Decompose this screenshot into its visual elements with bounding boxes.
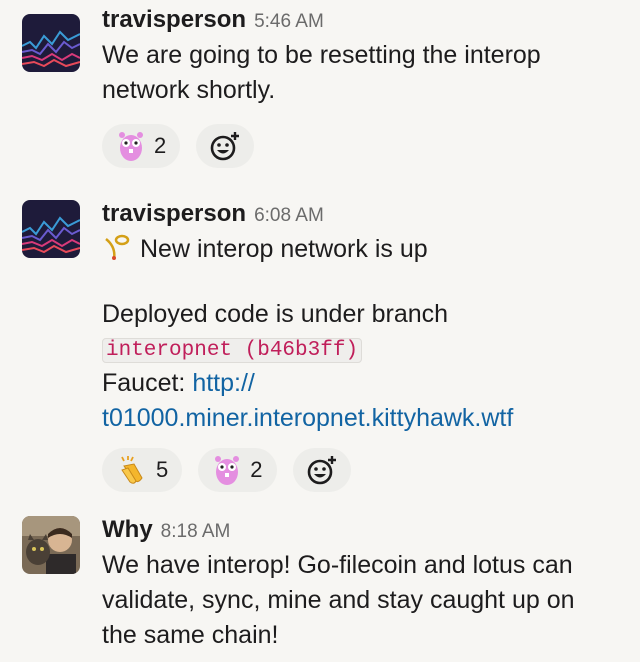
message-header: travisperson 6:08 AM	[102, 200, 630, 232]
avatar[interactable]	[22, 516, 80, 574]
author-name[interactable]: Why	[102, 516, 153, 544]
reaction-gopher[interactable]: 2	[102, 124, 181, 168]
faucet-line-continued: t01000.miner.interopnet.kittyhawk.wtf	[102, 401, 630, 436]
clapping-hands-icon	[116, 454, 148, 486]
reactions-bar: 5 2	[102, 448, 630, 492]
reaction-count: 5	[156, 457, 169, 482]
message-header: travisperson 5:46 AM	[102, 6, 630, 38]
message-text: the same chain!	[102, 621, 279, 649]
timestamp[interactable]: 8:18 AM	[161, 521, 231, 543]
message-text: New interop network is up	[102, 232, 630, 267]
add-reaction-button[interactable]	[292, 448, 351, 492]
add-reaction-icon	[306, 454, 338, 486]
avatar[interactable]	[22, 14, 80, 72]
add-reaction-button[interactable]	[196, 124, 255, 168]
add-reaction-icon	[209, 130, 241, 162]
reaction-gopher[interactable]: 2	[198, 448, 277, 492]
gopher-icon	[212, 453, 242, 487]
faucet-line: Faucet: http://	[102, 369, 255, 397]
timestamp[interactable]: 5:46 AM	[254, 11, 324, 33]
message-text: Deployed code is under branch	[102, 300, 449, 328]
message-text: We have interop! Go-filecoin and lotus c…	[102, 551, 573, 579]
gopher-icon	[116, 129, 146, 163]
avatar[interactable]	[22, 200, 80, 258]
code-snippet: interopnet (b46b3ff)	[102, 338, 363, 363]
reactions-bar: 2	[102, 124, 630, 168]
reaction-count: 2	[154, 133, 167, 158]
message-text: We are going to be resetting the interop	[102, 41, 541, 69]
author-name[interactable]: travisperson	[102, 200, 246, 228]
reaction-clap[interactable]: 5	[102, 448, 183, 492]
faucet-link[interactable]: t01000.miner.interopnet.kittyhawk.wtf	[102, 404, 513, 432]
postal-horn-icon	[102, 233, 130, 261]
message-text: network shortly.	[102, 76, 276, 104]
author-name[interactable]: travisperson	[102, 6, 246, 34]
message-text: validate, sync, mine and stay caught up …	[102, 586, 575, 614]
faucet-link[interactable]: http://	[192, 369, 255, 397]
reaction-count: 2	[250, 457, 263, 482]
code-line: interopnet (b46b3ff)	[102, 332, 630, 366]
message-header: Why 8:18 AM	[102, 516, 630, 548]
timestamp[interactable]: 6:08 AM	[254, 205, 324, 227]
